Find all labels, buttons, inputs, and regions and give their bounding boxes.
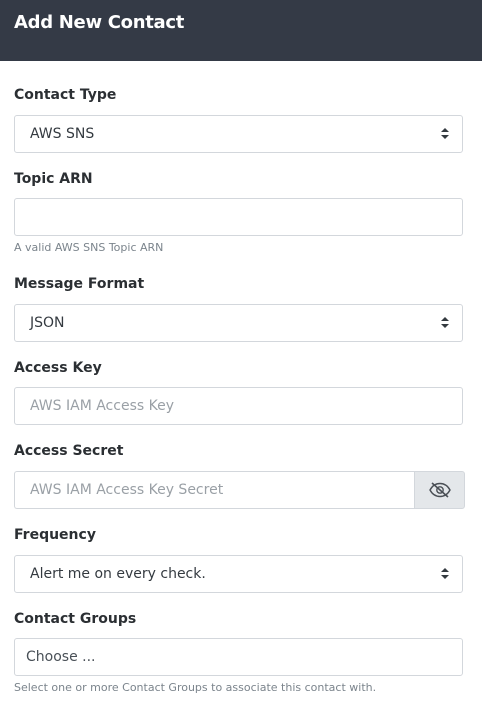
topic-arn-input[interactable]: [14, 198, 463, 236]
modal-title: Add New Contact: [14, 12, 185, 33]
topic-arn-help: A valid AWS SNS Topic ARN: [14, 241, 164, 254]
contact-type-value: AWS SNS: [30, 126, 95, 142]
frequency-label: Frequency: [14, 527, 96, 543]
contact-groups-placeholder: Choose ...: [26, 649, 96, 665]
topic-arn-label: Topic ARN: [14, 171, 93, 187]
modal-header: Add New Contact: [0, 0, 482, 61]
access-key-input[interactable]: [14, 387, 463, 425]
message-format-value: JSON: [30, 315, 65, 331]
message-format-select[interactable]: JSON: [14, 304, 463, 342]
message-format-label: Message Format: [14, 276, 145, 292]
eye-slash-icon: [428, 482, 451, 498]
contact-type-label: Contact Type: [14, 87, 117, 103]
access-secret-label: Access Secret: [14, 443, 124, 459]
frequency-select[interactable]: Alert me on every check.: [14, 555, 463, 593]
select-caret-icon: [440, 316, 450, 330]
select-caret-icon: [440, 567, 450, 581]
contact-type-select[interactable]: AWS SNS: [14, 115, 463, 153]
select-caret-icon: [440, 127, 450, 141]
toggle-secret-visibility-button[interactable]: [414, 471, 465, 509]
access-secret-group: [14, 471, 465, 509]
contact-groups-multiselect[interactable]: Choose ...: [14, 638, 463, 676]
access-key-label: Access Key: [14, 360, 102, 376]
contact-groups-label: Contact Groups: [14, 611, 137, 627]
contact-groups-help: Select one or more Contact Groups to ass…: [14, 681, 377, 694]
frequency-value: Alert me on every check.: [30, 566, 206, 582]
access-secret-input[interactable]: [14, 471, 415, 509]
